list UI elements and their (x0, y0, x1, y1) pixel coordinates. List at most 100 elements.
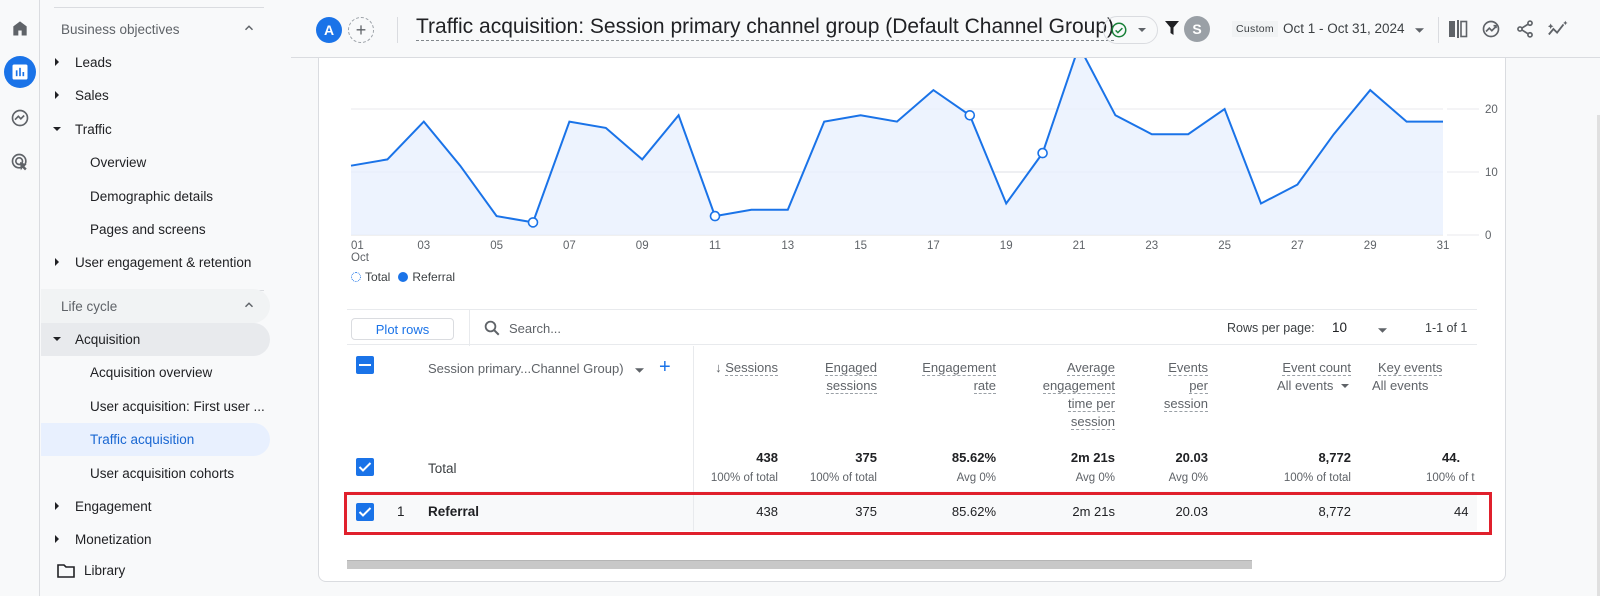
chevron-up-icon (244, 25, 254, 31)
y-tick-label: 20 (1485, 104, 1498, 116)
total-avg-engagement-time-sub: Avg 0% (1075, 472, 1115, 484)
user-avatar[interactable]: S (1184, 16, 1210, 42)
x-tick-label: 29 (1364, 240, 1377, 252)
total-row-checkbox[interactable] (356, 458, 374, 476)
column-header-sessions[interactable]: ↓ Sessions (715, 359, 778, 377)
caret-down-icon[interactable] (635, 366, 644, 375)
insights-icon (1482, 20, 1500, 38)
sort-desc-arrow-icon: ↓ (715, 360, 722, 375)
column-header-engaged-sessions[interactable]: Engaged sessions (824, 359, 877, 395)
advertising-nav-button[interactable] (4, 146, 36, 178)
nav-item-overview[interactable]: Overview (41, 146, 270, 179)
row-avg-engagement-time: 2m 21s (1072, 504, 1115, 519)
nav-item-leads[interactable]: Leads (41, 46, 270, 79)
total-key-events: 44. (1442, 450, 1461, 465)
x-tick-label: 13 (781, 240, 794, 252)
event-filter-select[interactable]: All events (1277, 378, 1333, 393)
x-tick-label: 25 (1218, 240, 1231, 252)
share-button[interactable] (1512, 16, 1538, 42)
share-icon (1517, 20, 1533, 38)
row-sessions: 438 (756, 504, 778, 519)
y-tick-label: 10 (1485, 167, 1498, 179)
nav-item-sales[interactable]: Sales (41, 79, 270, 112)
caret-right-icon (55, 502, 59, 510)
x-tick-label: 15 (854, 240, 867, 252)
nav-item-user-acquisition[interactable]: User acquisition: First user ... (41, 390, 270, 423)
total-engaged-sessions-sub: 100% of total (809, 472, 877, 484)
nav-item-acquisition[interactable]: Acquisition (41, 323, 270, 356)
compare-columns-icon (1449, 20, 1468, 38)
total-event-count-sub: 100% of total (1283, 472, 1351, 484)
row-engaged-sessions: 375 (855, 504, 877, 519)
date-preset-chip[interactable]: Custom (1232, 21, 1278, 37)
add-dimension-plus-icon[interactable]: + (659, 356, 671, 379)
legend-label: Total (365, 270, 391, 284)
table-toolbar: Plot rows Rows per page: 10 1-1 of 1 (347, 309, 1477, 346)
rows-per-page-select[interactable]: 10 (1332, 320, 1347, 335)
rows-per-page-label: Rows per page: (1227, 321, 1315, 335)
row-checkbox[interactable] (356, 503, 374, 521)
reports-nav-button[interactable] (4, 56, 36, 88)
nav-item-library[interactable]: Library (41, 554, 270, 587)
legend-item-referral[interactable]: Referral (398, 270, 455, 284)
sessions-line-chart[interactable]: 0 10 20 01 03 05 07 09 11 13 15 17 19 21 23 25 27 29 31 Oct (319, 58, 1507, 268)
analytics-intelligence-button[interactable] (1545, 16, 1571, 42)
horizontal-scrollbar[interactable] (347, 558, 1477, 569)
caret-down-icon[interactable] (1378, 326, 1387, 335)
check-circle-icon (1111, 22, 1127, 38)
plot-rows-button[interactable]: Plot rows (351, 318, 454, 340)
comparison-avatar[interactable]: A (316, 17, 342, 43)
nav-item-acquisition-overview[interactable]: Acquisition overview (41, 356, 270, 389)
nav-item-user-engagement-retention[interactable]: User engagement & retention (41, 246, 270, 279)
check-icon (358, 462, 372, 472)
business-objectives-header[interactable]: Business objectives (41, 12, 270, 46)
nav-item-user-acquisition-cohorts[interactable]: User acquisition cohorts (41, 457, 270, 490)
caret-right-icon (55, 258, 59, 266)
x-tick-label: 23 (1145, 240, 1158, 252)
data-quality-status-button[interactable] (1103, 16, 1158, 44)
column-header-key-events[interactable]: Key events All events (1372, 359, 1443, 395)
add-comparison-button[interactable]: + (348, 17, 374, 43)
table-search-input[interactable] (509, 317, 909, 339)
compare-button[interactable] (1445, 16, 1471, 42)
insights-button[interactable] (1478, 16, 1504, 42)
total-events-per-session-sub: Avg 0% (1168, 472, 1208, 484)
chevron-up-icon (244, 302, 254, 308)
nav-item-demographic-details[interactable]: Demographic details (41, 180, 270, 213)
nav-item-engagement[interactable]: Engagement (41, 490, 270, 523)
scrollbar-thumb[interactable] (347, 560, 1252, 569)
column-header-engagement-rate[interactable]: Engagement rate (922, 359, 996, 395)
column-header-avg-engagement-time[interactable]: Average engagement time per session (1042, 359, 1115, 431)
table-row[interactable]: 1 Referral 438 375 85.62% 2m 21s 20.03 8… (347, 491, 1477, 531)
nav-item-pages-and-screens[interactable]: Pages and screens (41, 213, 270, 246)
nav-item-traffic-acquisition[interactable]: Traffic acquisition (41, 423, 270, 456)
home-nav-button[interactable] (4, 12, 36, 44)
data-table: Session primary...Channel Group) + ↓ Ses… (347, 346, 1477, 556)
total-sessions-sub: 100% of total (710, 472, 778, 484)
date-range-picker[interactable]: Oct 1 - Oct 31, 2024 (1283, 21, 1405, 36)
select-all-checkbox[interactable] (356, 356, 374, 374)
reports-icon (12, 64, 28, 80)
dimension-column-header[interactable]: Session primary...Channel Group) (428, 361, 624, 376)
caret-right-icon (55, 535, 59, 543)
explore-nav-button[interactable] (4, 102, 36, 134)
caret-down-icon[interactable] (1415, 26, 1424, 35)
column-header-events-per-session[interactable]: Events per session (1163, 359, 1208, 413)
key-event-filter-select[interactable]: All events (1372, 378, 1428, 393)
nav-item-monetization[interactable]: Monetization (41, 523, 270, 556)
check-icon (358, 507, 372, 517)
x-tick-label: 05 (490, 240, 503, 252)
row-channel-label[interactable]: Referral (428, 504, 479, 519)
total-events-per-session: 20.03 (1175, 450, 1208, 465)
total-sessions: 438 (756, 450, 778, 465)
caret-down-icon[interactable] (1337, 382, 1351, 390)
legend-item-total[interactable]: Total (351, 270, 390, 284)
search-icon (484, 320, 500, 336)
filter-icon[interactable] (1164, 20, 1180, 36)
life-cycle-header[interactable]: Life cycle (41, 289, 270, 323)
column-header-event-count[interactable]: Event count All events (1277, 359, 1351, 395)
nav-item-traffic[interactable]: Traffic (41, 113, 270, 146)
total-key-events-sub: 100% of t (1426, 472, 1475, 484)
divider (469, 310, 470, 346)
row-engagement-rate: 85.62% (951, 504, 996, 519)
